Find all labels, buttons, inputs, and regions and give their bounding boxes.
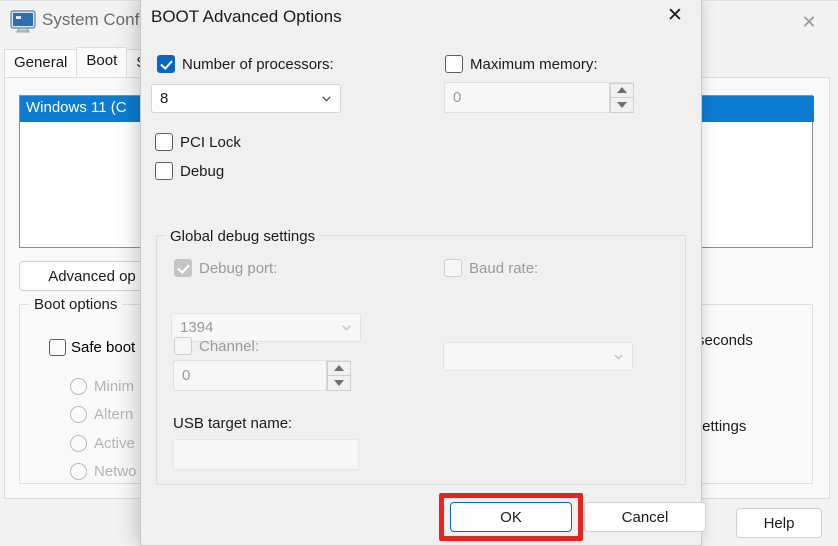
baud-rate-label: Baud rate: [469, 259, 539, 277]
safe-boot-active-directory-row[interactable]: Active [70, 435, 135, 452]
boot-options-group-label: Boot options [29, 296, 123, 313]
debug-port-label: Debug port: [199, 259, 278, 277]
usb-target-name-input [173, 439, 359, 470]
safe-boot-network-row[interactable]: Netwo [70, 463, 137, 480]
minimal-label: Minim [94, 378, 134, 395]
safe-boot-label: Safe boot [71, 339, 136, 356]
background-close-icon[interactable]: ✕ [788, 6, 830, 38]
baud-rate-checkbox-row: Baud rate: [444, 259, 538, 277]
dialog-close-icon[interactable]: ✕ [653, 0, 697, 31]
pci-lock-checkbox[interactable] [155, 133, 173, 151]
chevron-down-icon [322, 95, 331, 102]
active-label: Active [94, 435, 135, 452]
maximum-memory-checkbox[interactable] [445, 55, 463, 73]
chevron-down-icon [342, 324, 351, 331]
safe-boot-checkbox[interactable] [49, 339, 66, 356]
number-of-processors-checkbox-row[interactable]: Number of processors: [157, 55, 334, 73]
arrow-down-icon [616, 101, 627, 108]
channel-spin-up [326, 360, 351, 376]
number-of-processors-value: 8 [160, 90, 169, 107]
arrow-up-icon [616, 87, 627, 94]
channel-spin-down [326, 375, 351, 391]
channel-checkbox [174, 337, 192, 355]
tab-general[interactable]: General [4, 49, 78, 77]
background-window-title: System Confi [42, 10, 144, 29]
maximum-memory-spinner[interactable]: 0 [444, 82, 634, 113]
network-radio[interactable] [70, 463, 87, 480]
dialog-title: BOOT Advanced Options [151, 7, 342, 26]
timeout-seconds-label: seconds [697, 332, 753, 349]
pci-lock-checkbox-row[interactable]: PCI Lock [155, 133, 241, 151]
alternate-label: Altern [94, 406, 134, 423]
usb-target-name-label: USB target name: [173, 415, 293, 432]
maximum-memory-spin-up[interactable] [609, 82, 634, 98]
channel-spinner: 0 [173, 360, 351, 391]
global-debug-settings-label: Global debug settings [165, 228, 321, 245]
chevron-down-icon [614, 353, 623, 360]
help-button[interactable]: Help [736, 508, 822, 538]
maximum-memory-checkbox-row[interactable]: Maximum memory: [445, 55, 598, 73]
debug-checkbox-row[interactable]: Debug [155, 162, 224, 180]
debug-port-checkbox-row: Debug port: [174, 259, 277, 277]
screen: System Confi ✕ General Boot S Windows 11… [0, 0, 838, 546]
maximum-memory-spin-buttons[interactable] [609, 82, 634, 113]
safe-boot-checkbox-row[interactable]: Safe boot [49, 339, 135, 356]
maximum-memory-label: Maximum memory: [470, 55, 598, 73]
debug-port-value: 1394 [180, 319, 214, 336]
minimal-radio[interactable] [70, 378, 87, 395]
safe-boot-minimal-row[interactable]: Minim [70, 378, 134, 395]
baud-rate-checkbox [444, 259, 462, 277]
maximum-memory-value[interactable]: 0 [445, 83, 609, 112]
debug-checkbox[interactable] [155, 162, 173, 180]
tab-boot[interactable]: Boot [76, 47, 128, 77]
pci-lock-label: PCI Lock [180, 133, 241, 151]
background-tab-strip: General Boot S [4, 47, 157, 77]
debug-label: Debug [180, 162, 225, 180]
ok-button[interactable]: OK [450, 502, 572, 532]
number-of-processors-checkbox[interactable] [157, 55, 175, 73]
arrow-down-icon [333, 379, 344, 386]
active-directory-radio[interactable] [70, 435, 87, 452]
network-label: Netwo [94, 463, 137, 480]
debug-port-checkbox [174, 259, 192, 277]
channel-label: Channel: [199, 337, 260, 355]
channel-checkbox-row: Channel: [174, 337, 259, 355]
channel-value: 0 [182, 367, 191, 384]
arrow-up-icon [333, 365, 344, 372]
dialog-titlebar: BOOT Advanced Options ✕ [141, 0, 701, 37]
alternate-shell-radio[interactable] [70, 406, 87, 423]
monitor-icon [10, 10, 36, 33]
boot-advanced-options-dialog: BOOT Advanced Options ✕ Number of proces… [140, 0, 706, 546]
channel-spin-buttons [326, 360, 351, 391]
number-of-processors-combobox[interactable]: 8 [151, 84, 341, 113]
maximum-memory-spin-down[interactable] [609, 97, 634, 113]
baud-rate-combobox [443, 342, 633, 371]
safe-boot-alternate-row[interactable]: Altern [70, 406, 133, 423]
cancel-button[interactable]: Cancel [584, 502, 706, 532]
number-of-processors-label: Number of processors: [182, 55, 334, 73]
